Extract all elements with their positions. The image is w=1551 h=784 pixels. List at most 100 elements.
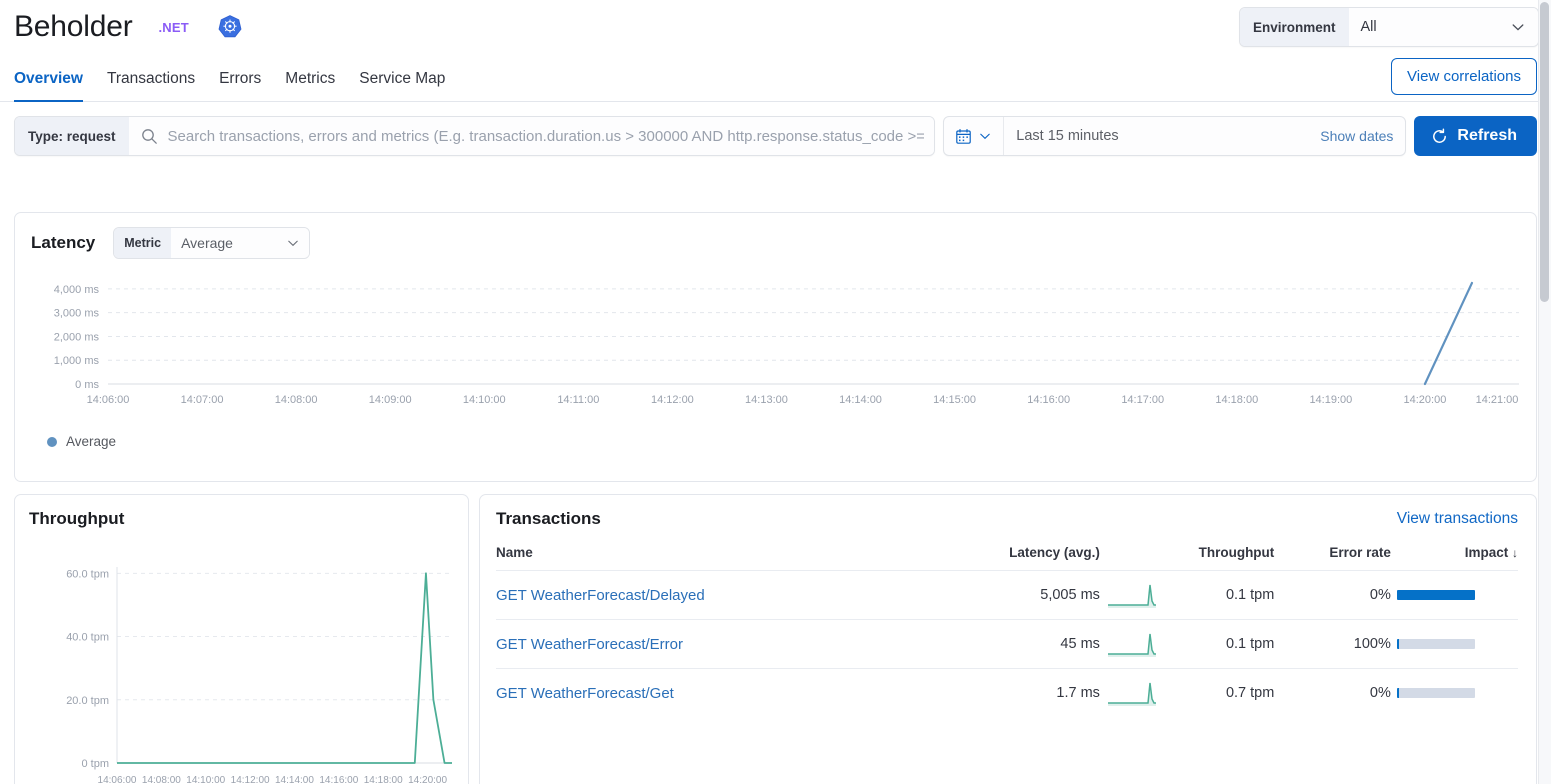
transactions-header: Transactions View transactions — [496, 509, 1518, 529]
svg-text:14:06:00: 14:06:00 — [98, 775, 137, 784]
tab-overview[interactable]: Overview — [14, 70, 95, 102]
refresh-button[interactable]: Refresh — [1414, 116, 1537, 156]
chevron-down-icon — [286, 236, 300, 250]
error-rate-cell: 0% — [1274, 668, 1391, 717]
view-transactions-link[interactable]: View transactions — [1397, 510, 1518, 528]
svg-text:60.0 tpm: 60.0 tpm — [66, 568, 109, 580]
column-header-name[interactable]: Name — [496, 545, 962, 571]
chevron-down-icon — [978, 129, 992, 143]
table-row[interactable]: GET WeatherForecast/Delayed 5,005 ms 0.1 t… — [496, 570, 1518, 620]
latency-panel: Latency Metric Average 0 ms 1,000 ms 2,000… — [14, 212, 1537, 482]
svg-text:14:10:00: 14:10:00 — [186, 775, 225, 784]
date-picker[interactable]: Last 15 minutes Show dates — [943, 116, 1407, 156]
svg-text:0 tpm: 0 tpm — [81, 758, 109, 770]
metric-value: Average — [181, 235, 233, 251]
transaction-name-link[interactable]: GET WeatherForecast/Delayed — [496, 587, 705, 604]
table-row[interactable]: GET WeatherForecast/Get 1.7 ms 0.7 tpm 0% — [496, 668, 1518, 717]
environment-select[interactable]: All — [1348, 8, 1538, 46]
metric-select[interactable]: Average — [171, 228, 310, 258]
svg-text:4,000 ms: 4,000 ms — [54, 284, 100, 296]
chevron-down-icon — [1510, 19, 1526, 35]
throughput-cell: 0.7 tpm — [1157, 668, 1275, 717]
transactions-table: Name Latency (avg.) Throughput Error rat… — [496, 545, 1518, 717]
transaction-name-link[interactable]: GET WeatherForecast/Get — [496, 685, 674, 702]
search-field[interactable]: Search transactions, errors and metrics … — [128, 117, 935, 155]
latency-cell: 5,005 ms — [962, 570, 1100, 620]
environment-selector[interactable]: Environment All — [1239, 7, 1539, 47]
throughput-cell: 0.1 tpm — [1157, 570, 1275, 620]
refresh-icon — [1431, 127, 1448, 145]
svg-text:14:09:00: 14:09:00 — [369, 394, 412, 406]
column-header-impact-label: Impact — [1464, 545, 1509, 560]
tab-transactions[interactable]: Transactions — [95, 70, 207, 101]
column-header-impact[interactable]: Impact ↓ — [1391, 545, 1518, 571]
type-filter-chip[interactable]: Type: request — [15, 117, 129, 155]
transaction-name-cell: GET WeatherForecast/Delayed — [496, 570, 963, 620]
throughput-panel: Throughput 0 tpm 20.0 tpm 40.0 tpm 60.0 tpm… — [14, 494, 469, 784]
transaction-name-link[interactable]: GET WeatherForecast/Error — [496, 636, 683, 653]
refresh-label: Refresh — [1457, 127, 1517, 144]
table-header: Name Latency (avg.) Throughput Error rat… — [496, 545, 1518, 571]
svg-text:14:08:00: 14:08:00 — [142, 775, 181, 784]
latency-title: Latency — [31, 233, 96, 252]
throughput-chart-svg[interactable]: 0 tpm 20.0 tpm 40.0 tpm 60.0 tpm 14:06:00 14:… — [29, 541, 454, 784]
main-tabbar: Overview Transactions Errors Metrics Ser… — [0, 54, 1551, 102]
svg-text:0 ms: 0 ms — [75, 379, 99, 391]
table-row[interactable]: GET WeatherForecast/Error 45 ms 0.1 tpm 100… — [496, 619, 1518, 669]
svg-text:14:20:00: 14:20:00 — [1404, 394, 1447, 406]
search-input[interactable]: Search transactions, errors and metrics … — [168, 128, 925, 145]
column-header-spark — [1100, 545, 1158, 571]
svg-text:1,000 ms: 1,000 ms — [54, 355, 100, 367]
sort-desc-icon: ↓ — [1512, 546, 1518, 560]
sparkline-chart — [1107, 584, 1156, 608]
transaction-name-cell: GET WeatherForecast/Get — [496, 668, 963, 717]
latency-chart-svg[interactable]: 0 ms 1,000 ms 2,000 ms 3,000 ms 4,000 ms 14:0… — [31, 271, 1521, 416]
date-quick-select-button[interactable] — [944, 117, 1005, 155]
tab-service-map[interactable]: Service Map — [347, 70, 457, 101]
svg-text:40.0 tpm: 40.0 tpm — [66, 632, 109, 644]
column-header-throughput[interactable]: Throughput — [1158, 545, 1275, 571]
svg-text:14:14:00: 14:14:00 — [839, 394, 882, 406]
svg-text:14:06:00: 14:06:00 — [87, 394, 130, 406]
view-correlations-button[interactable]: View correlations — [1391, 58, 1537, 95]
latency-header: Latency Metric Average — [31, 227, 1520, 259]
svg-text:14:20:00: 14:20:00 — [408, 775, 447, 784]
svg-text:14:12:00: 14:12:00 — [231, 775, 270, 784]
environment-value: All — [1360, 19, 1377, 35]
impact-bar-track — [1396, 688, 1475, 698]
throughput-title: Throughput — [29, 509, 125, 528]
throughput-chart[interactable]: 0 tpm 20.0 tpm 40.0 tpm 60.0 tpm 14:06:00 14:… — [29, 541, 452, 784]
svg-text:14:18:00: 14:18:00 — [1215, 394, 1258, 406]
sparkline-chart — [1107, 633, 1156, 657]
page-title: Beholder — [14, 10, 133, 43]
show-dates-link[interactable]: Show dates — [1320, 128, 1393, 144]
column-header-error-rate[interactable]: Error rate — [1274, 545, 1391, 571]
throughput-sparkline-cell — [1099, 570, 1158, 620]
svg-text:14:17:00: 14:17:00 — [1121, 394, 1164, 406]
impact-bar-fill — [1396, 590, 1475, 600]
search-group[interactable]: Type: request Search transactions, error… — [14, 116, 936, 156]
calendar-icon — [955, 128, 972, 145]
scrollbar-thumb[interactable] — [1540, 2, 1549, 302]
sparkline-chart — [1107, 682, 1156, 706]
svg-text:14:14:00: 14:14:00 — [275, 775, 314, 784]
date-range-value: Last 15 minutes — [1016, 128, 1119, 144]
latency-metric-selector[interactable]: Metric Average — [113, 227, 311, 259]
svg-text:14:16:00: 14:16:00 — [319, 775, 358, 784]
latency-cell: 45 ms — [962, 619, 1100, 669]
date-range-display[interactable]: Last 15 minutes Show dates — [1004, 117, 1405, 155]
impact-bar-fill — [1396, 639, 1400, 649]
page-scrollbar[interactable] — [1538, 0, 1551, 784]
column-header-latency[interactable]: Latency (avg.) — [962, 545, 1100, 571]
latency-legend: Average — [47, 434, 1520, 449]
search-icon — [141, 128, 158, 145]
error-rate-cell: 100% — [1274, 619, 1391, 669]
latency-chart[interactable]: 0 ms 1,000 ms 2,000 ms 3,000 ms 4,000 ms 14:0… — [31, 271, 1520, 416]
tab-metrics[interactable]: Metrics — [273, 70, 347, 101]
legend-color-swatch — [47, 436, 57, 447]
tab-errors[interactable]: Errors — [207, 70, 273, 101]
svg-text:14:16:00: 14:16:00 — [1027, 394, 1070, 406]
svg-text:14:21:00: 14:21:00 — [1476, 394, 1519, 406]
transactions-title: Transactions — [496, 509, 601, 528]
throughput-sparkline-cell — [1099, 668, 1158, 717]
